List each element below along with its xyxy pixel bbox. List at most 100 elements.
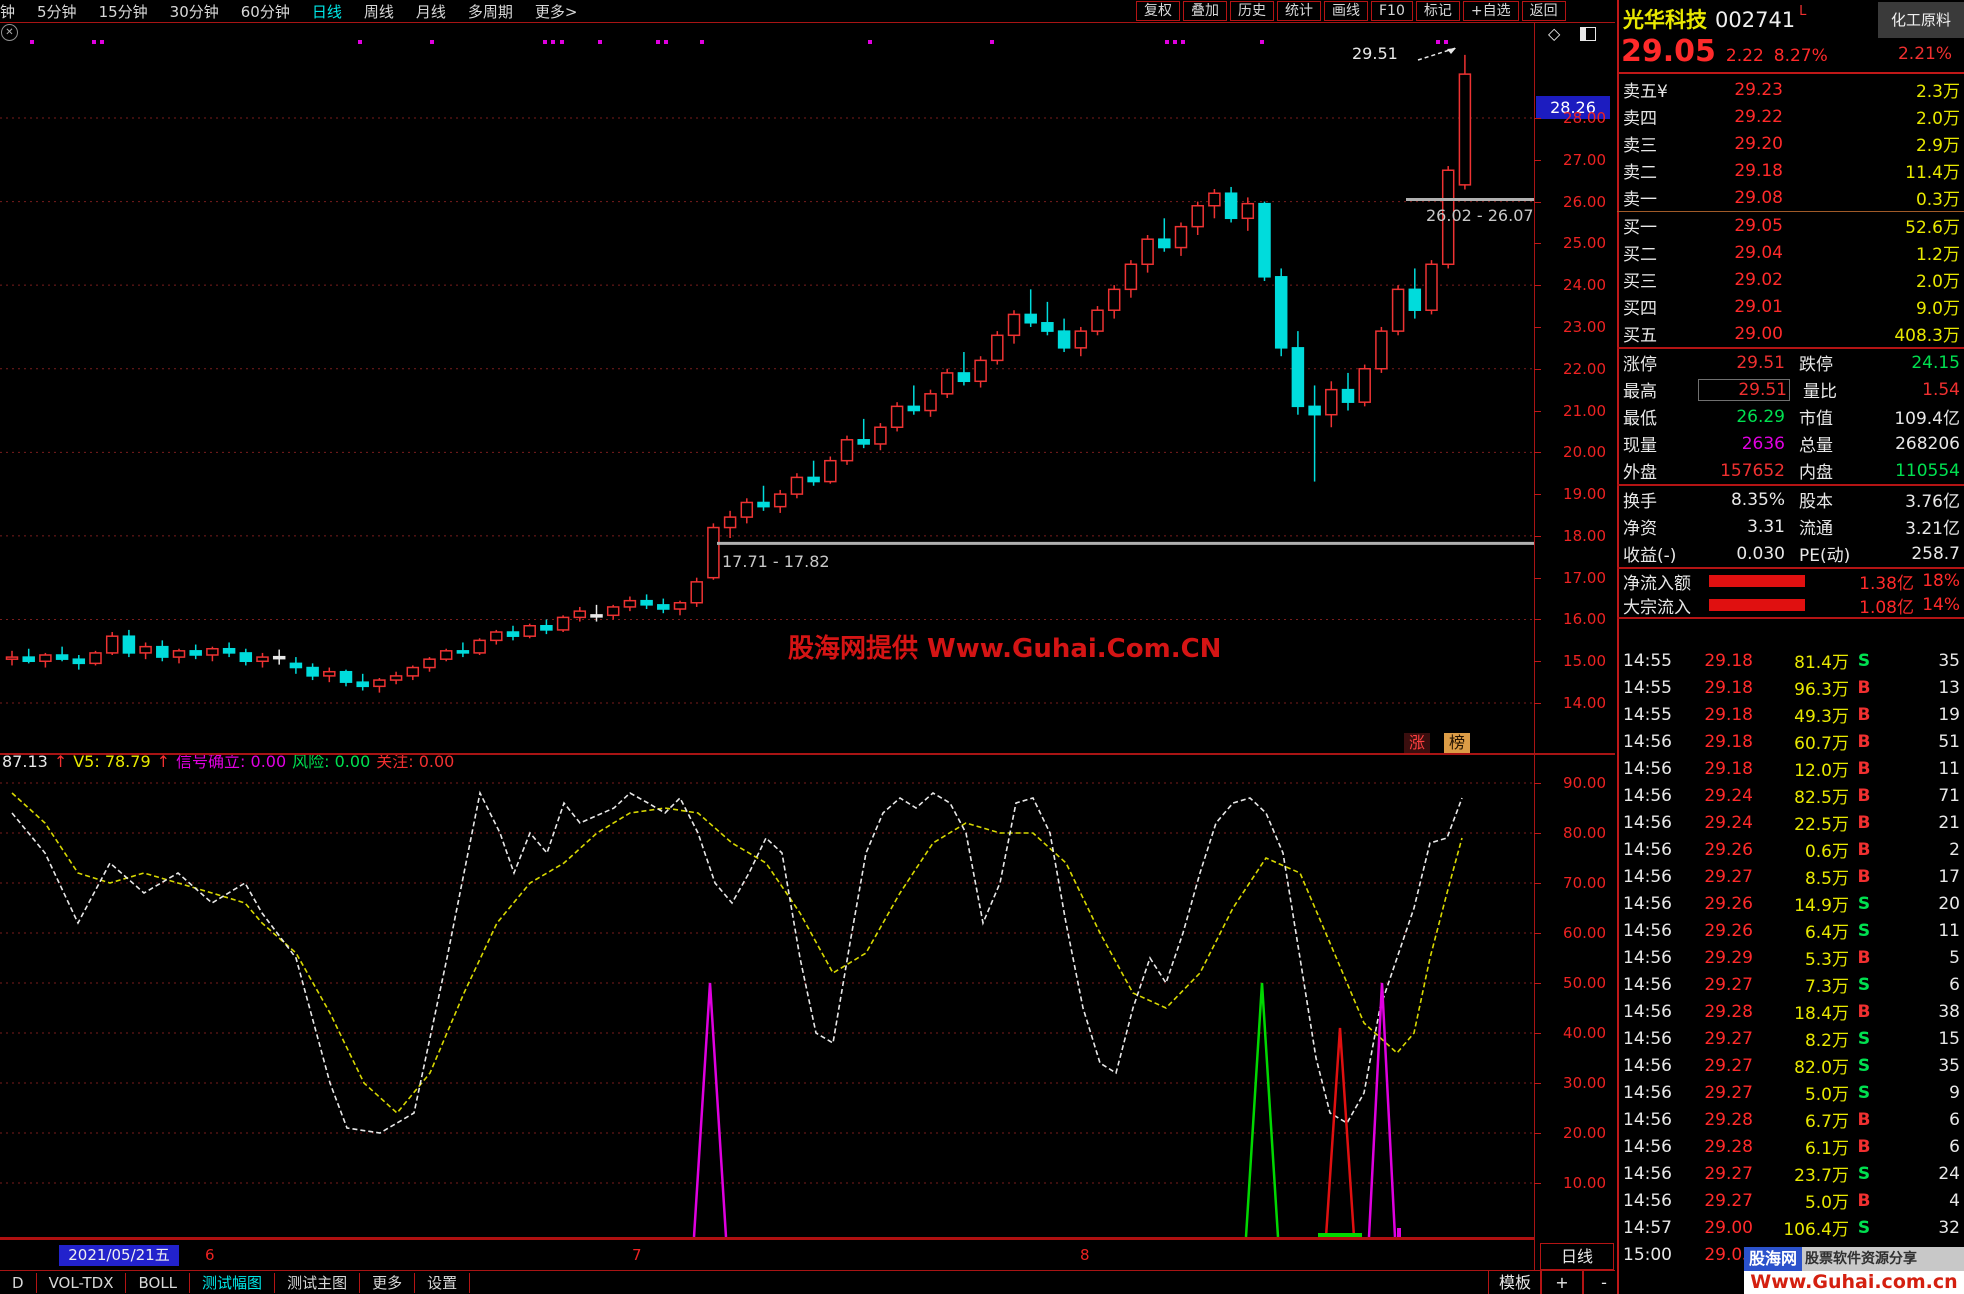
- tick-count: 35: [1938, 650, 1960, 671]
- alert-dot-icon: [100, 40, 104, 44]
- tick-side: B: [1857, 839, 1871, 860]
- indicator-tab-测试幅图[interactable]: 测试幅图: [190, 1273, 276, 1293]
- stat-value: 258.7: [1911, 543, 1960, 564]
- diamond-icon[interactable]: ◇: [1548, 24, 1560, 43]
- tick-row[interactable]: 14:56 29.28 18.4万 B 38: [1617, 998, 1964, 1025]
- tick-volume: 82.0万: [1794, 1058, 1849, 1078]
- tick-row[interactable]: 14:56 29.27 7.3万 S 6: [1617, 971, 1964, 998]
- stat-value: 1.54: [1922, 379, 1960, 400]
- order-row-sell[interactable]: 卖一 29.08 0.3万: [1617, 184, 1964, 211]
- tick-row[interactable]: 14:56 29.28 6.1万 B 6: [1617, 1133, 1964, 1160]
- indicator-tab-更多[interactable]: 更多: [360, 1273, 416, 1293]
- tick-time: 14:56: [1623, 1109, 1672, 1130]
- split-pane-icon[interactable]: [1580, 27, 1596, 41]
- rank-board-button[interactable]: 榜: [1444, 733, 1470, 753]
- indicator-tab-BOLL[interactable]: BOLL: [126, 1273, 191, 1293]
- tick-row[interactable]: 14:56 29.18 12.0万 B 11: [1617, 755, 1964, 782]
- order-row-sell[interactable]: 卖二 29.18 11.4万: [1617, 157, 1964, 184]
- template-button[interactable]: 模板: [1488, 1270, 1542, 1294]
- tick-row[interactable]: 14:56 29.29 5.3万 B 5: [1617, 944, 1964, 971]
- tick-row[interactable]: 14:55 29.18 49.3万 B 19: [1617, 701, 1964, 728]
- tick-price: 29.26: [1704, 839, 1753, 860]
- order-row-sell[interactable]: 卖三 29.20 2.9万: [1617, 130, 1964, 157]
- close-marker-icon[interactable]: ✕: [1, 24, 18, 41]
- tick-row[interactable]: 14:57 29.00 106.4万 S 32: [1617, 1214, 1964, 1241]
- price-axis-label: 14.00: [1563, 694, 1606, 713]
- order-row-buy[interactable]: 买五 29.00 408.3万: [1617, 320, 1964, 347]
- order-volume: 11.4万: [1905, 163, 1960, 183]
- tick-volume: 7.3万: [1804, 977, 1849, 997]
- tick-row[interactable]: 14:56 29.27 23.7万 S 24: [1617, 1160, 1964, 1187]
- alert-dot-icon: [1260, 40, 1264, 44]
- candle-body: [773, 493, 787, 508]
- tick-row[interactable]: 14:56 29.18 60.7万 B 51: [1617, 728, 1964, 755]
- tick-price: 29.26: [1704, 893, 1753, 914]
- toolbar-divider: [0, 22, 1615, 23]
- tick-row[interactable]: 14:56 29.27 5.0万 B 4: [1617, 1187, 1964, 1214]
- tick-row[interactable]: 14:56 29.27 8.5万 B 17: [1617, 863, 1964, 890]
- tick-row[interactable]: 14:55 29.18 81.4万 S 35: [1617, 647, 1964, 674]
- month-label-8: 8: [1080, 1246, 1090, 1264]
- tick-row[interactable]: 14:55 29.18 96.3万 B 13: [1617, 674, 1964, 701]
- candle-body: [156, 645, 169, 658]
- indicator-tab-D[interactable]: D: [0, 1273, 37, 1293]
- candle-body: [222, 647, 236, 654]
- candle-body: [139, 645, 152, 654]
- alert-dot-icon: [430, 40, 434, 44]
- tick-time: 14:56: [1623, 1028, 1672, 1049]
- order-row-sell[interactable]: 卖五¥ 29.23 2.3万: [1617, 76, 1964, 103]
- order-price: 29.02: [1734, 269, 1783, 290]
- tick-row[interactable]: 14:56 29.26 0.6万 B 2: [1617, 836, 1964, 863]
- tick-side: B: [1857, 1109, 1871, 1130]
- order-row-sell[interactable]: 卖四 29.22 2.0万: [1617, 103, 1964, 130]
- order-row-buy[interactable]: 买二 29.04 1.2万: [1617, 239, 1964, 266]
- tick-row[interactable]: 14:56 29.24 82.5万 B 71: [1617, 782, 1964, 809]
- indicator-tab-设置[interactable]: 设置: [415, 1273, 471, 1293]
- alert-dot-icon: [990, 40, 994, 44]
- tick-row[interactable]: 14:56 29.26 6.4万 S 11: [1617, 917, 1964, 944]
- candle-body: [55, 654, 69, 660]
- stat-value: 157652: [1720, 460, 1785, 481]
- tick-row[interactable]: 14:56 29.27 5.0万 S 9: [1617, 1079, 1964, 1106]
- tick-price: 29.18: [1704, 758, 1753, 779]
- tick-row[interactable]: 14:56 29.27 82.0万 S 35: [1617, 1052, 1964, 1079]
- tick-side: S: [1857, 1217, 1871, 1238]
- candle-body: [1191, 205, 1204, 228]
- price-change-pct: 8.27%: [1773, 46, 1828, 66]
- indicator-axis-label: 80.00: [1563, 824, 1606, 842]
- tick-count: 24: [1938, 1163, 1960, 1184]
- chart-area[interactable]: ✕ ◇ 29.51 17.71 - 17.82 26.02 - 26.07 股海…: [0, 0, 1615, 1294]
- stat-value: 110554: [1895, 460, 1960, 481]
- candle-body: [189, 650, 202, 656]
- tick-side: S: [1857, 650, 1871, 671]
- tick-row[interactable]: 14:56 29.27 8.2万 S 15: [1617, 1025, 1964, 1052]
- zoom-out-button[interactable]: -: [1582, 1270, 1615, 1294]
- candle-body: [1341, 388, 1355, 403]
- tick-volume: 5.0万: [1804, 1085, 1849, 1105]
- order-row-buy[interactable]: 买一 29.05 52.6万: [1617, 212, 1964, 239]
- tick-time: 14:55: [1623, 704, 1672, 725]
- alert-dot-icon: [1165, 40, 1169, 44]
- tick-time: 14:56: [1623, 1001, 1672, 1022]
- indicator-tab-VOL-TDX[interactable]: VOL-TDX: [37, 1273, 127, 1293]
- tick-price: 29.28: [1704, 1109, 1753, 1130]
- center-watermark: 股海网提供 Www.Guhai.Com.CN: [788, 634, 1222, 664]
- price-axis-tick: [1534, 368, 1541, 370]
- high-price-label: 29.51: [1352, 44, 1398, 63]
- zoom-in-button[interactable]: +: [1540, 1270, 1584, 1294]
- tick-time: 15:00: [1623, 1244, 1672, 1265]
- signal-spike: [1244, 982, 1280, 1238]
- order-row-buy[interactable]: 买四 29.01 9.0万: [1617, 293, 1964, 320]
- stock-flag: L: [1799, 4, 1807, 19]
- indicator-tab-测试主图[interactable]: 测试主图: [275, 1273, 361, 1293]
- candle-body: [540, 624, 553, 631]
- order-price: 29.08: [1734, 187, 1783, 208]
- rank-up-button[interactable]: 涨: [1404, 733, 1430, 753]
- sector-badge[interactable]: 化工原料: [1878, 2, 1964, 38]
- order-row-buy[interactable]: 买三 29.02 2.0万: [1617, 266, 1964, 293]
- tick-price: 29.27: [1704, 1028, 1753, 1049]
- tick-row[interactable]: 14:56 29.26 14.9万 S 20: [1617, 890, 1964, 917]
- tick-row[interactable]: 14:56 29.24 22.5万 B 21: [1617, 809, 1964, 836]
- stat-label: 外盘: [1623, 463, 1657, 483]
- tick-row[interactable]: 14:56 29.28 6.7万 B 6: [1617, 1106, 1964, 1133]
